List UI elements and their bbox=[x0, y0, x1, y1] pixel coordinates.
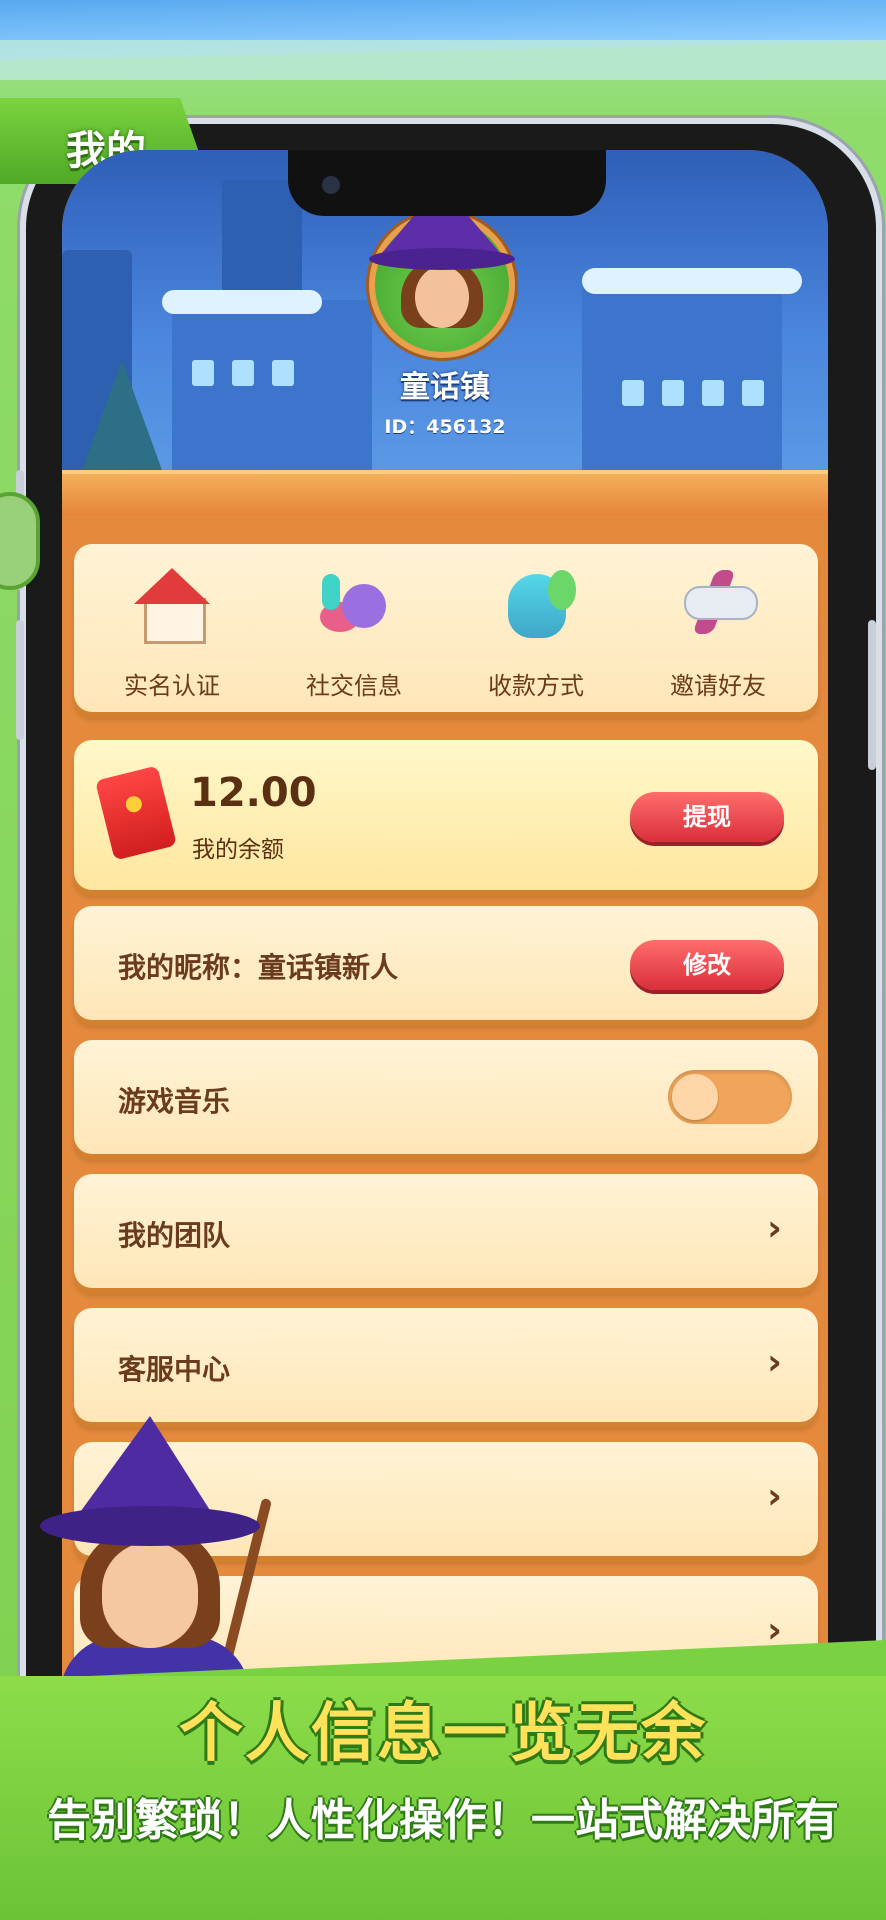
phone-power-button bbox=[868, 620, 876, 770]
snow-decor bbox=[162, 290, 322, 314]
red-envelope-icon bbox=[95, 765, 177, 861]
toggle-knob bbox=[672, 1074, 718, 1120]
quick-action-payment-method[interactable]: 收款方式 bbox=[446, 564, 626, 701]
nickname-label: 我的昵称：童话镇新人 bbox=[118, 951, 399, 984]
witch-mascot-illustration bbox=[30, 1416, 290, 1716]
header-divider bbox=[62, 470, 828, 516]
snow-decor bbox=[582, 268, 802, 294]
nickname-row: 我的昵称：童话镇新人 修改 bbox=[74, 906, 818, 1020]
camera-icon bbox=[322, 176, 340, 194]
menu-item-my-team[interactable]: 我的团队 › bbox=[74, 1174, 818, 1288]
menu-item-customer-service[interactable]: 客服中心 › bbox=[74, 1308, 818, 1422]
menu-item-label: 我的团队 bbox=[118, 1219, 231, 1252]
avatar[interactable] bbox=[369, 184, 515, 358]
chevron-right-icon: › bbox=[767, 1208, 782, 1249]
profile-name: 童话镇 bbox=[400, 370, 490, 405]
music-row: 游戏音乐 bbox=[74, 1040, 818, 1154]
plane-icon bbox=[676, 564, 760, 644]
edge-bubble-decor bbox=[0, 492, 40, 590]
music-toggle[interactable] bbox=[668, 1070, 792, 1124]
witch-face bbox=[102, 1542, 198, 1648]
chevron-right-icon: › bbox=[767, 1476, 782, 1517]
quick-action-invite-friends[interactable]: 邀请好友 bbox=[628, 564, 808, 701]
quick-action-social-info[interactable]: 社交信息 bbox=[264, 564, 444, 701]
balance-card: 12.00 我的余额 提现 bbox=[74, 740, 818, 890]
chevron-right-icon: › bbox=[767, 1342, 782, 1383]
withdraw-button[interactable]: 提现 bbox=[630, 792, 784, 842]
quick-actions-card: 实名认证 社交信息 收款方式 邀请好友 bbox=[74, 544, 818, 712]
phone-side-button bbox=[16, 620, 24, 740]
profile-id: ID：456132 bbox=[384, 416, 506, 438]
balance-amount: 12.00 bbox=[190, 770, 317, 816]
balance-label: 我的余额 bbox=[192, 837, 284, 863]
top-decor-band-light bbox=[0, 40, 886, 80]
edit-nickname-button[interactable]: 修改 bbox=[630, 940, 784, 990]
avatar-face bbox=[415, 266, 469, 328]
banner-subline: 告别繁琐！人性化操作！一站式解决所有 bbox=[47, 1795, 839, 1846]
house-icon bbox=[130, 564, 214, 644]
quick-action-real-name[interactable]: 实名认证 bbox=[82, 564, 262, 701]
coral-icon bbox=[312, 564, 396, 644]
witch-hat-brim bbox=[40, 1506, 260, 1546]
quick-action-label: 实名认证 bbox=[124, 672, 220, 700]
avatar-hat-brim bbox=[369, 248, 515, 270]
quick-action-label: 邀请好友 bbox=[670, 672, 766, 700]
quick-action-label: 收款方式 bbox=[488, 672, 584, 700]
music-label: 游戏音乐 bbox=[118, 1085, 231, 1118]
banner-headline: 个人信息一览无余 bbox=[179, 1697, 707, 1771]
menu-item-label: 客服中心 bbox=[118, 1353, 231, 1386]
quick-action-label: 社交信息 bbox=[306, 672, 402, 700]
peacock-icon bbox=[494, 564, 578, 644]
